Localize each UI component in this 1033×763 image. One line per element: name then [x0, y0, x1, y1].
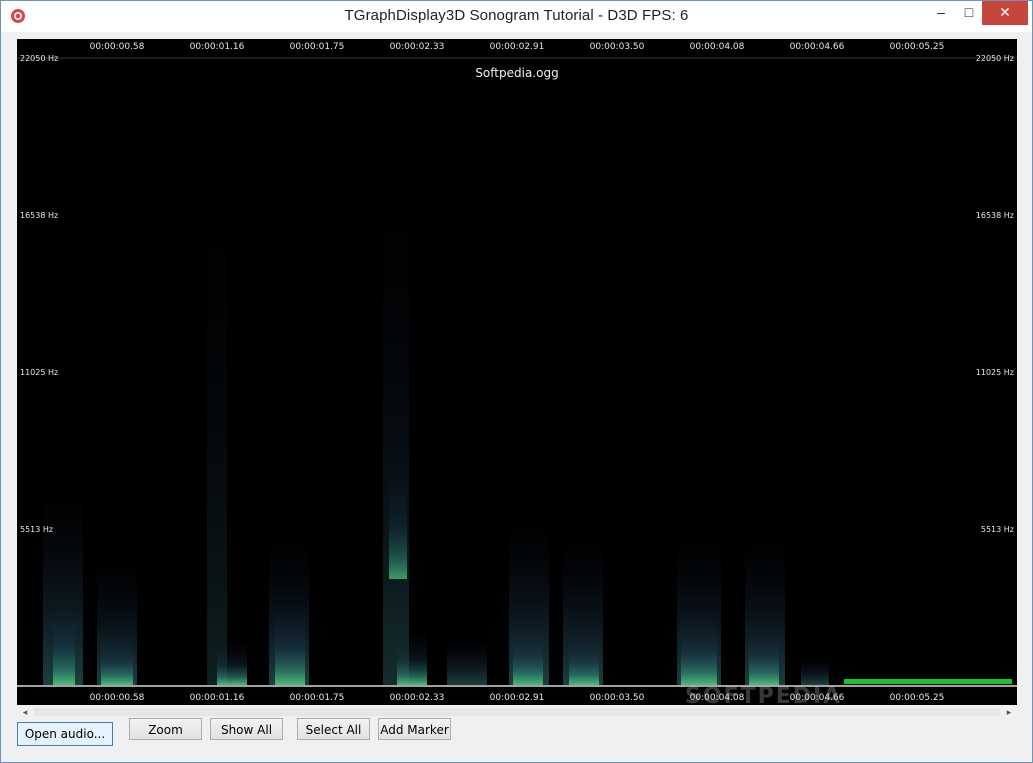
- time-tick-label: 00:00:03.50: [589, 42, 645, 52]
- time-tick-label: 00:00:03.50: [589, 693, 645, 703]
- zoom-button[interactable]: Zoom: [129, 718, 202, 740]
- time-tick-label: 00:00:02.91: [489, 693, 545, 703]
- time-tick-label: 00:00:01.75: [289, 42, 345, 52]
- freq-tick-label: 5513 Hz: [20, 525, 54, 534]
- play-position-bar: [844, 679, 1012, 684]
- time-tick-label: 00:00:05.25: [889, 693, 945, 703]
- add-marker-button[interactable]: Add Marker: [378, 718, 451, 740]
- time-tick-label: 00:00:00.58: [89, 693, 145, 703]
- freq-tick-label: 22050 Hz: [975, 54, 1014, 63]
- freq-tick-label: 11025 Hz: [975, 368, 1014, 377]
- sonogram-energy: [43, 189, 829, 685]
- sonogram-canvas: [17, 57, 1017, 687]
- file-name-label: Softpedia.ogg: [475, 66, 559, 80]
- freq-tick-label: 22050 Hz: [20, 54, 59, 63]
- time-tick-label: 00:00:02.33: [389, 42, 445, 52]
- select-all-button[interactable]: Select All: [297, 718, 370, 740]
- scroll-right-arrow-icon[interactable]: ▸: [1001, 705, 1017, 719]
- show-all-button[interactable]: Show All: [210, 718, 283, 740]
- scroll-left-arrow-icon[interactable]: ◂: [17, 705, 33, 719]
- app-window: TGraphDisplay3D Sonogram Tutorial - D3D …: [0, 0, 1033, 763]
- maximize-button[interactable]: □: [956, 1, 982, 25]
- freq-tick-label: 11025 Hz: [20, 368, 59, 377]
- time-tick-label: 00:00:02.91: [489, 42, 545, 52]
- scroll-thumb[interactable]: [34, 708, 1000, 716]
- time-tick-label: 00:00:01.16: [189, 42, 245, 52]
- window-title: TGraphDisplay3D Sonogram Tutorial - D3D …: [344, 7, 689, 24]
- time-tick-label: 00:00:05.25: [889, 42, 945, 52]
- time-tick-label: 00:00:01.16: [189, 693, 245, 703]
- freq-tick-label: 16538 Hz: [975, 211, 1014, 220]
- horizontal-scrollbar[interactable]: ◂ ▸: [17, 705, 1017, 719]
- title-bar: TGraphDisplay3D Sonogram Tutorial - D3D …: [1, 1, 1032, 32]
- time-tick-label: 00:00:00.58: [89, 42, 145, 52]
- time-tick-label: 00:00:02.33: [389, 693, 445, 703]
- client-area: Softpedia.ogg 00:00:00.58 00:00:01.16 00…: [9, 32, 1025, 754]
- time-tick-label: 00:00:04.08: [689, 42, 745, 52]
- close-button[interactable]: ✕: [982, 1, 1028, 25]
- sonogram-display[interactable]: Softpedia.ogg 00:00:00.58 00:00:01.16 00…: [17, 39, 1017, 717]
- time-tick-label: 00:00:04.66: [789, 42, 845, 52]
- freq-tick-label: 5513 Hz: [980, 525, 1014, 534]
- time-tick-label: 00:00:01.75: [289, 693, 345, 703]
- open-audio-button[interactable]: Open audio...: [17, 722, 113, 746]
- freq-tick-label: 16538 Hz: [20, 211, 59, 220]
- minimize-button[interactable]: –: [926, 1, 956, 25]
